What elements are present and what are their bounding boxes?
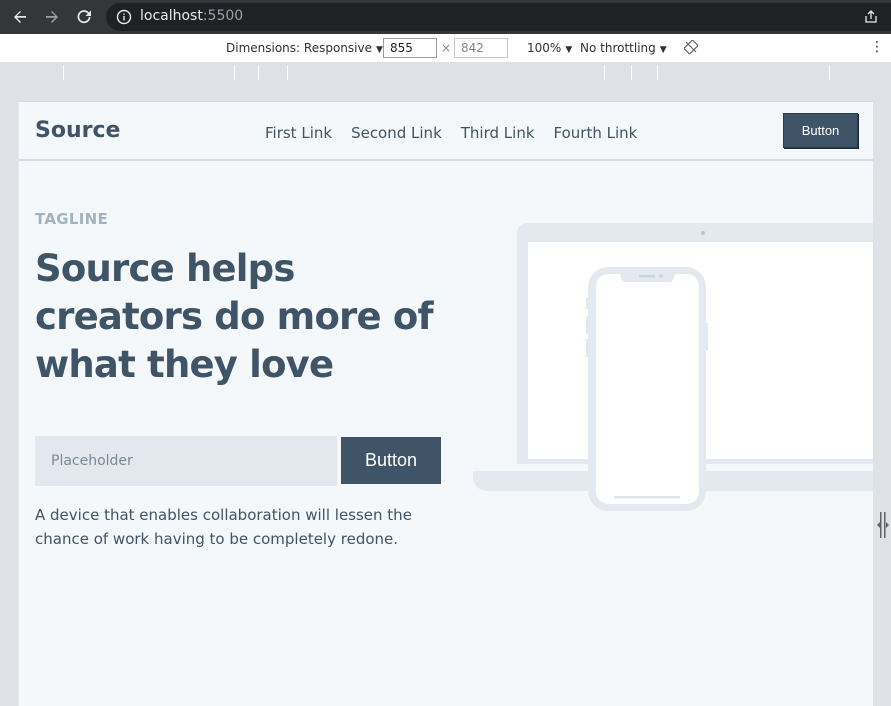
- header-button[interactable]: Button: [783, 113, 858, 148]
- arrow-right-icon: [46, 11, 58, 23]
- resize-handle-icon[interactable]: [877, 512, 889, 538]
- more-options-icon[interactable]: ⋮: [870, 39, 884, 55]
- height-field[interactable]: [454, 38, 508, 58]
- page-viewport: Source First Link Second Link Third Link…: [18, 101, 873, 706]
- smartphone-icon: [586, 267, 708, 511]
- reload-icon: [77, 10, 91, 24]
- rotate-button[interactable]: [683, 39, 699, 57]
- zoom-dropdown[interactable]: 100% ▼: [527, 41, 572, 55]
- browser-toolbar: localhost:5500: [0, 0, 891, 34]
- nav-link-first[interactable]: First Link: [265, 124, 332, 142]
- dimensions-dropdown[interactable]: Dimensions: Responsive ▼: [226, 41, 383, 55]
- hero-description: A device that enables collaboration will…: [35, 506, 412, 548]
- back-button[interactable]: [8, 5, 32, 29]
- nav-link-third[interactable]: Third Link: [461, 124, 535, 142]
- device-toolbar: Dimensions: Responsive▼ × 100%▼ No throt…: [0, 34, 891, 63]
- times-separator: ×: [441, 41, 452, 55]
- address-bar[interactable]: localhost:5500: [106, 3, 891, 31]
- forward-button[interactable]: [40, 5, 64, 29]
- throttling-dropdown[interactable]: No throttling ▼: [580, 41, 667, 55]
- share-icon[interactable]: [863, 9, 879, 25]
- devices-illustration: [473, 223, 873, 511]
- viewport-right-gutter: [873, 101, 891, 706]
- site-logo[interactable]: Source: [35, 118, 120, 143]
- nav-link-second[interactable]: Second Link: [351, 124, 442, 142]
- arrow-left-icon: [14, 11, 26, 23]
- url-text: localhost:5500: [140, 8, 244, 24]
- info-icon[interactable]: [116, 9, 132, 25]
- media-query-ruler[interactable]: [0, 63, 891, 80]
- nav-link-fourth[interactable]: Fourth Link: [554, 124, 638, 142]
- reload-button[interactable]: [72, 5, 96, 29]
- email-input[interactable]: [35, 436, 337, 486]
- hero-button[interactable]: Button: [341, 437, 441, 484]
- tagline: TAGLINE: [35, 210, 109, 228]
- site-header: Source First Link Second Link Third Link…: [19, 101, 873, 161]
- hero-headline: Source helps creators do more of what th…: [35, 247, 434, 386]
- width-field[interactable]: [383, 38, 437, 58]
- rotate-icon: [683, 39, 699, 55]
- main-nav: First Link Second Link Third Link Fourth…: [265, 124, 637, 142]
